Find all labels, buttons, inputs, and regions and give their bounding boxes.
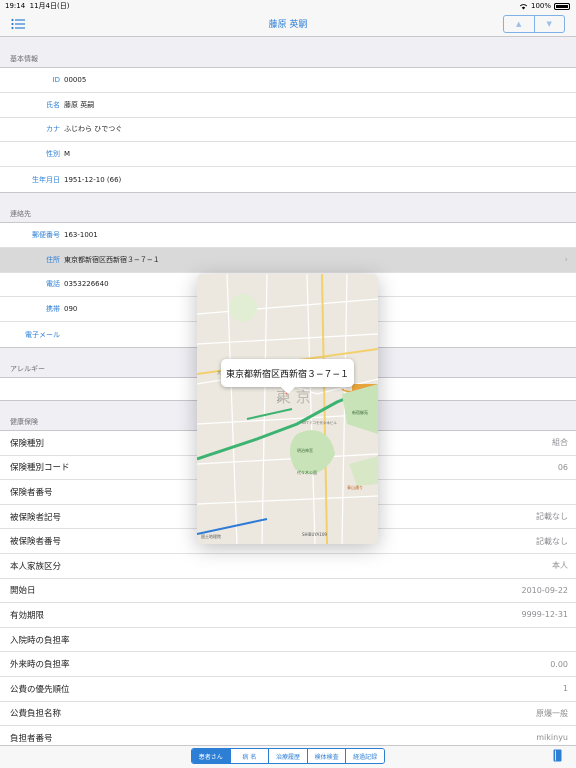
map-popover[interactable]: 明治神宮 代々木公園 新宿御苑 NTTドコモ代々木ビル 青山通り 大久保 20 …: [197, 274, 378, 544]
map-label-aoyama: 青山通り: [347, 484, 363, 490]
map-label-park1: 新宿御苑: [352, 409, 368, 415]
section-tabs: 患者さん 病 名 治療履歴 検体検査 経過記録: [191, 748, 385, 764]
row-label: 外来時の負担率: [10, 660, 70, 671]
previous-record-button[interactable]: ▲: [504, 16, 535, 32]
row-label: 電子メール: [25, 330, 60, 339]
map-credit: 国土地理院: [201, 533, 221, 539]
contact-row-postal: 郵便番号 163-1001: [0, 223, 576, 248]
row-label: 入院時の負担率: [10, 635, 70, 646]
insurance-row: 有効期限 9999-12-31: [0, 603, 576, 628]
tab-progress-notes[interactable]: 経過記録: [346, 749, 384, 763]
map-label-big: 東 京: [276, 388, 311, 406]
status-right: 100%: [519, 0, 570, 12]
row-label: ID: [52, 75, 60, 84]
basic-row-kana: カナ ふじわら ひでつぐ: [0, 118, 576, 143]
navigation-bar: 藤原 英嗣 ▲ ▼: [0, 12, 576, 37]
row-label: 被保険者記号: [10, 512, 62, 523]
insurance-row: 公費の優先順位 1: [0, 676, 576, 702]
row-label: 郵便番号: [32, 230, 60, 239]
tab-patient[interactable]: 患者さん: [192, 749, 231, 763]
basic-row-birthdate: 生年月日 1951-12-10 (66): [0, 167, 576, 192]
bottom-toolbar: 患者さん 病 名 治療履歴 検体検査 経過記録: [0, 745, 576, 768]
insurance-row: 負担者番号 mikinyu: [0, 726, 576, 745]
row-value: mikinyu: [536, 733, 568, 743]
next-record-button[interactable]: ▼: [535, 16, 565, 32]
battery-percent: 100%: [530, 2, 551, 10]
row-label: カナ: [46, 125, 60, 134]
row-label: 氏名: [46, 100, 60, 109]
insurance-row: 公費負担名称 原爆一般: [0, 701, 576, 727]
arrow-down-icon: ▼: [546, 20, 552, 28]
row-value: 06: [557, 462, 568, 472]
row-label: 性別: [46, 150, 60, 159]
row-value: 9999-12-31: [521, 610, 569, 620]
row-label: 保険者番号: [10, 487, 53, 498]
row-label: 開始日: [10, 586, 36, 597]
tab-lab-tests[interactable]: 検体検査: [307, 749, 347, 763]
map-label-park2: 代々木公園: [297, 469, 317, 475]
row-value: 00005: [64, 75, 87, 84]
row-label: 本人家族区分: [10, 561, 62, 572]
row-label: 被保険者番号: [10, 537, 62, 548]
insurance-row: 開始日 2010-09-22: [0, 578, 576, 604]
row-value: 0.00: [550, 659, 568, 669]
insurance-row: 本人家族区分 本人: [0, 553, 576, 579]
row-label: 生年月日: [32, 175, 60, 184]
row-value: 0353226640: [64, 280, 109, 289]
row-value: 記載なし: [536, 536, 568, 546]
row-value: 163-1001: [64, 230, 98, 239]
row-label: 保険種別: [10, 438, 45, 449]
chevron-right-icon: ›: [564, 254, 568, 265]
basic-row-name: 氏名 藤原 英嗣: [0, 93, 576, 118]
insurance-row: 入院時の負担率: [0, 627, 576, 653]
map-view[interactable]: 明治神宮 代々木公園 新宿御苑 NTTドコモ代々木ビル 青山通り 大久保 20 …: [197, 274, 378, 544]
row-label: 保険種別コード: [10, 463, 70, 474]
battery-icon: [554, 2, 570, 10]
map-label-ntt: NTTドコモ代々木ビル: [302, 420, 337, 425]
row-value: 原爆一般: [536, 708, 568, 718]
row-value: 本人: [552, 561, 568, 571]
row-label: 公費の優先順位: [10, 684, 70, 695]
row-value: 東京都新宿区西新宿３−７−１: [64, 255, 160, 264]
section-header-basic: 基本情報: [10, 55, 38, 63]
row-label: 有効期限: [10, 610, 45, 621]
row-value: 2010-09-22: [521, 585, 569, 595]
row-label: 携帯: [46, 305, 60, 314]
row-value: 藤原 英嗣: [64, 100, 95, 109]
address-callout[interactable]: 東京都新宿区西新宿３−７−１: [221, 359, 354, 387]
status-bar: 19:14 11月4日(日) 100%: [0, 0, 576, 12]
section-header-contact: 連絡先: [10, 209, 31, 218]
arrow-up-icon: ▲: [516, 20, 522, 28]
map-label-shrine: 明治神宮: [297, 447, 313, 453]
row-label: 負担者番号: [10, 733, 53, 744]
row-value: 1951-12-10 (66): [64, 175, 122, 184]
row-label: 住所: [46, 255, 60, 264]
tab-disease[interactable]: 病 名: [230, 749, 270, 763]
page-title: 藤原 英嗣: [268, 20, 308, 30]
insurance-row: 外来時の負担率 0.00: [0, 652, 576, 677]
row-value: ふじわら ひでつぐ: [64, 125, 123, 134]
basic-row-sex: 性別 M: [0, 142, 576, 168]
tab-treatment-history[interactable]: 治療履歴: [269, 749, 308, 763]
book-icon[interactable]: [553, 749, 562, 762]
contact-row-address[interactable]: 住所 東京都新宿区西新宿３−７−１ ›: [0, 247, 576, 273]
row-value: 090: [64, 305, 78, 314]
map-label-station: SHIBUYA109: [302, 532, 327, 537]
basic-row-id: ID 00005: [0, 68, 576, 93]
row-value: 1: [562, 684, 568, 694]
row-label: 電話: [46, 280, 60, 289]
row-value: M: [64, 150, 71, 159]
prev-next-control: ▲ ▼: [503, 15, 565, 33]
wifi-icon: [519, 3, 528, 9]
row-value: 記載なし: [536, 512, 568, 522]
row-label: 公費負担名称: [10, 709, 62, 720]
row-value: 組合: [552, 438, 568, 448]
basic-info-group: ID 00005 氏名 藤原 英嗣 カナ ふじわら ひでつぐ 性別 M 生年月日 1951…: [0, 67, 576, 193]
status-time: 19:14 11月4日(日): [5, 2, 70, 10]
